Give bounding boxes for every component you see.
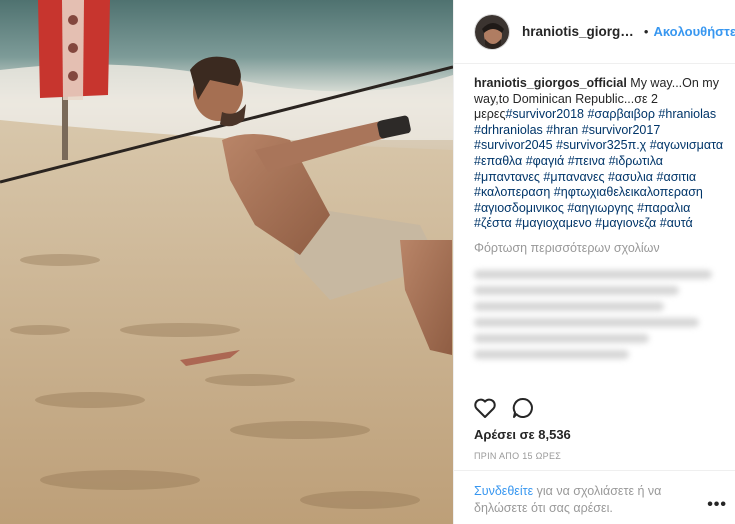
hashtag-link[interactable]: #επαθλα [474, 154, 522, 168]
hashtag-link[interactable]: #καλοπεραση [474, 185, 550, 199]
post-actions [472, 395, 536, 421]
like-button[interactable] [472, 395, 498, 421]
post-photo[interactable] [0, 0, 453, 524]
comment-button[interactable] [510, 395, 536, 421]
blurred-comment-line [474, 269, 712, 279]
login-to-comment: Συνδεθείτε για να σχολιάσετε ή να δηλώσε… [454, 470, 735, 524]
avatar[interactable] [474, 13, 510, 50]
hashtag-link[interactable]: #μαγιονεζα [595, 216, 656, 230]
hashtag-link[interactable]: #αγιοσδομινικος [474, 201, 564, 215]
hashtag-link[interactable]: #drhraniolas [474, 123, 543, 137]
post-timestamp: ΠΡΙΝ ΑΠΟ 15 ΩΡΕΣ [474, 451, 562, 461]
hashtag-link[interactable]: #μπαντανες [474, 170, 540, 184]
blurred-comment-line [474, 333, 649, 343]
likes-count[interactable]: Αρέσει σε 8,536 [474, 427, 571, 442]
follow-button[interactable]: Ακολουθήστε [653, 24, 735, 39]
login-link[interactable]: Συνδεθείτε [474, 484, 533, 498]
hashtag-link[interactable]: #survivor2045 [474, 138, 553, 152]
hashtag-link[interactable]: #μαγιοχαμενο [515, 216, 591, 230]
hashtag-link[interactable]: #μπανανες [543, 170, 604, 184]
hashtag-link[interactable]: #αγωνισματα [650, 138, 723, 152]
post-side-panel: hraniotis_giorgos_official • Ακολουθήστε… [453, 0, 735, 524]
hashtag-link[interactable]: #hran [546, 123, 578, 137]
comment-icon [512, 397, 533, 418]
hashtag-link[interactable]: #survivor2018 [505, 107, 584, 121]
hashtag-link[interactable]: #παραλια [637, 201, 690, 215]
comments-section: hraniotis_giorgos_official My way...On m… [474, 76, 724, 366]
separator-dot: • [643, 24, 649, 39]
post-header: hraniotis_giorgos_official • Ακολουθήστε [454, 0, 735, 64]
hashtag-link[interactable]: #ασυλια [608, 170, 653, 184]
blurred-comment-line [474, 349, 629, 359]
hashtag-link[interactable]: #πεινα [568, 154, 605, 168]
blurred-comment-line [474, 317, 699, 327]
avatar-image [475, 14, 509, 49]
hashtag-link[interactable]: #ηφτωχιαθελεικαλοπεραση [554, 185, 703, 199]
load-more-comments-button[interactable]: Φόρτωση περισσότερων σχολίων [474, 241, 724, 257]
caption-username[interactable]: hraniotis_giorgos_official [474, 76, 627, 90]
hashtag-link[interactable]: #ασιτια [657, 170, 697, 184]
hashtag-link[interactable]: #αηγιωργης [567, 201, 633, 215]
hashtag-link[interactable]: #hraniolas [658, 107, 716, 121]
hashtag-link[interactable]: #φαγιά [526, 154, 565, 168]
hashtag-link[interactable]: #survivor2017 [582, 123, 661, 137]
blurred-comment-line [474, 301, 664, 311]
username-link[interactable]: hraniotis_giorgos_official [522, 24, 638, 39]
hashtag-link[interactable]: #σαρβαιβορ [587, 107, 654, 121]
hashtag-link[interactable]: #ζέστα [474, 216, 512, 230]
more-options-icon[interactable]: ••• [707, 496, 727, 514]
instagram-post: hraniotis_giorgos_official • Ακολουθήστε… [0, 0, 735, 524]
beach-photo-illustration [0, 0, 453, 524]
hashtag-link[interactable]: #survivor325π.χ [556, 138, 646, 152]
blurred-comment-line [474, 285, 679, 295]
heart-icon [474, 398, 496, 418]
caption: hraniotis_giorgos_official My way...On m… [474, 76, 724, 232]
hashtag-list: #survivor2018 #σαρβαιβορ #hraniolas #drh… [474, 107, 723, 230]
hashtag-link[interactable]: #ιδρωτιλα [609, 154, 663, 168]
blurred-comments [474, 269, 724, 359]
hashtag-link[interactable]: #αυτά [660, 216, 693, 230]
